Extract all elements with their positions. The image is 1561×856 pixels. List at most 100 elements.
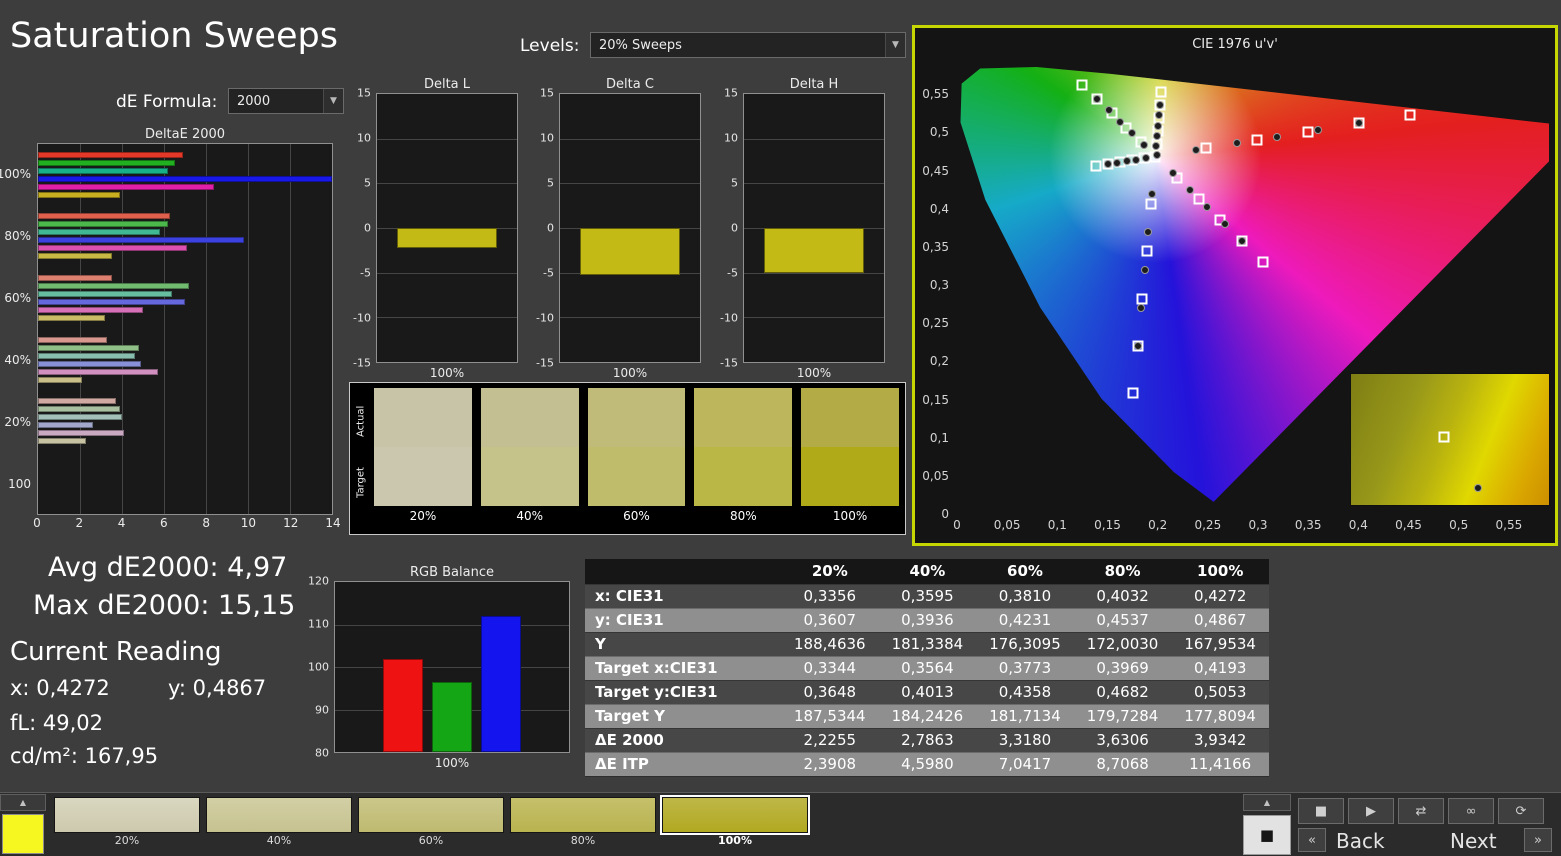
collapse-left-button[interactable]: ▲ (0, 794, 46, 811)
deltae-y-tick-label: 100 (8, 477, 31, 491)
sweep-swatch (358, 797, 504, 833)
sweep-swatch (660, 795, 810, 835)
sweep-swatch-label: 80% (570, 834, 596, 847)
deltae-bar (38, 213, 171, 220)
refresh-icon: ⟳ (1515, 803, 1527, 819)
shuttle-button[interactable]: ⇄ (1398, 798, 1444, 824)
cie-target-marker (1127, 387, 1139, 399)
table-row: ΔE 2000 2,2255 2,7863 3,3180 3,6306 3,9342 (585, 728, 1269, 753)
sweep-swatch-button[interactable]: 40% (206, 797, 352, 849)
cie-inset-target-marker (1438, 431, 1450, 443)
table-row: x: CIE31 0,3356 0,3595 0,3810 0,4032 0,4272 (585, 584, 1269, 609)
y-axis: 15 10 5 0 -5 -10 -15 (353, 87, 376, 370)
y-tick-label: -5 (543, 266, 554, 280)
cie-measured-marker (1220, 220, 1229, 229)
table-row: y: CIE31 0,3607 0,3936 0,4231 0,4537 0,4867 (585, 608, 1269, 633)
collapse-right-button[interactable]: ▲ (1243, 794, 1291, 811)
cie-measured-marker (1137, 304, 1146, 313)
cie-y-tick-label: 0,1 (929, 430, 949, 445)
y-tick-label: 10 (724, 131, 738, 145)
y-tick-label: 5 (364, 176, 371, 190)
deltae-bar (38, 151, 183, 158)
table-header-cell: 100% (1171, 559, 1269, 585)
table-cell: 0,4682 (1073, 680, 1172, 705)
table-cell: 177,8094 (1171, 704, 1269, 729)
back-button[interactable]: Back (1336, 829, 1385, 853)
deltae-x-tick-label: 6 (160, 516, 168, 530)
max-label: Max dE2000: (33, 590, 210, 621)
y-value: 0,4867 (192, 676, 267, 700)
table-cell: 188,4636 (781, 632, 879, 657)
cie-target-marker (1200, 142, 1212, 154)
x-axis-label: 100% (612, 366, 648, 380)
chart-title: Delta H (789, 77, 839, 92)
gridline (560, 138, 700, 140)
cie-x-axis: 0 0,05 0,1 0,15 0,2 0,25 0,3 0,35 0,4 0,45 0,5 0,55 (953, 518, 1549, 534)
x-value: 0,4272 (36, 676, 110, 700)
actual-swatch (374, 388, 472, 447)
cie-x-tick-label: 0,25 (1194, 518, 1222, 532)
back-arrow-button[interactable]: « (1298, 828, 1326, 852)
next-button[interactable]: Next (1450, 829, 1497, 853)
deltae-x-tick-label: 2 (75, 516, 84, 530)
plot-area (376, 93, 518, 363)
deltae-bar (38, 175, 332, 182)
deltae-bar (38, 221, 169, 228)
cie-x-tick-label: 0,2 (1148, 518, 1168, 532)
table-cell: 0,4358 (976, 680, 1074, 705)
cie-target-marker (1090, 160, 1102, 172)
cie-target-marker (1155, 86, 1167, 98)
deltae-y-tick-label: 100% (0, 167, 31, 181)
de-formula-dropdown[interactable]: 2000 ▼ (228, 88, 344, 114)
fl-value: 49,02 (42, 711, 103, 735)
target-swatch (374, 447, 472, 506)
stop-measure-button[interactable]: ■ (1243, 815, 1291, 855)
deltae-y-tick-label: 40% (4, 353, 31, 367)
y-tick-label: -5 (727, 266, 738, 280)
sweep-swatch-button[interactable]: 80% (510, 797, 656, 849)
table-cell: 0,3356 (781, 584, 879, 609)
y-tick-label: -10 (353, 311, 371, 325)
table-row: Target y:CIE31 0,3648 0,4013 0,4358 0,4682 0,… (585, 680, 1269, 705)
rgb-balance-chart: RGB Balance 120 110 100 90 80 100% (308, 564, 570, 771)
plot-area (334, 581, 570, 753)
target-swatch (801, 447, 899, 506)
cie-y-tick-label: 0,25 (922, 316, 949, 331)
play-button[interactable]: ▶ (1348, 798, 1394, 824)
refresh-button[interactable]: ⟳ (1498, 798, 1544, 824)
y-label: y: (168, 676, 186, 700)
target-row-label: Target (355, 467, 367, 499)
sweep-swatch (206, 797, 352, 833)
row-label: Target y:CIE31 (585, 680, 781, 705)
cie-measured-marker (1314, 126, 1323, 135)
table-header-cell: 80% (1073, 559, 1172, 585)
table-cell: 11,4166 (1171, 752, 1269, 777)
cd-label: cd/m²: (10, 744, 78, 768)
sweep-swatch-button[interactable]: 100% (660, 795, 810, 849)
x-axis-label: 100% (434, 756, 470, 770)
y-tick-label: -15 (720, 356, 738, 370)
levels-dropdown[interactable]: 20% Sweeps ▼ (590, 32, 906, 58)
sweep-swatch-button[interactable]: 20% (54, 797, 200, 849)
table-cell: 0,3564 (878, 656, 977, 681)
sweep-swatch-button[interactable]: 60% (358, 797, 504, 849)
cie-measured-marker (1354, 119, 1363, 128)
cie-title: CIE 1976 u'v' (1192, 37, 1278, 52)
table-cell: 0,3595 (878, 584, 977, 609)
stop-button[interactable]: ■ (1298, 798, 1344, 824)
rgb-bar (432, 681, 472, 752)
table-cell: 181,7134 (976, 704, 1074, 729)
table-cell: 0,3773 (976, 656, 1074, 681)
deltae-bar (38, 352, 135, 359)
swatch-percent-label: 20% (409, 509, 437, 523)
loop-button[interactable]: ∞ (1448, 798, 1494, 824)
cie-target-marker (1141, 245, 1153, 257)
rgb-bar (481, 616, 521, 752)
next-arrow-button[interactable]: » (1524, 828, 1552, 852)
saturation-swatch-column: 60% (587, 388, 686, 530)
cie-measured-marker (1203, 203, 1212, 212)
saturation-swatch-column: 20% (374, 388, 472, 530)
cie-target-marker (1136, 293, 1148, 305)
target-swatch (694, 447, 793, 506)
table-cell: 0,3969 (1073, 656, 1172, 681)
